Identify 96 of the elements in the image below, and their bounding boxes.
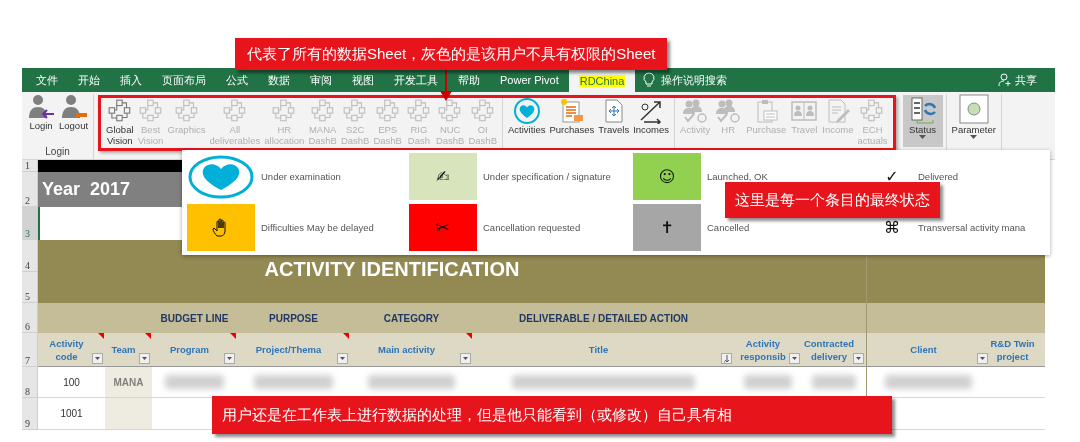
ribbon-button[interactable]: Activities	[505, 98, 548, 148]
legend-label: Under specification / signature	[483, 171, 611, 182]
band-heading: DELIVERABLE / DETAILED ACTION	[473, 303, 734, 333]
ribbon-tab[interactable]: 视图	[342, 68, 384, 92]
sort-filter-icon[interactable]	[721, 353, 732, 364]
ribbon-tab[interactable]: 开发工具	[384, 68, 448, 92]
callout-note: 用户还是在工作表上进行数据的处理，但是他只能看到（或修改）自己具有相	[212, 396, 892, 434]
row-number[interactable]: 5	[22, 272, 38, 303]
flowchart-icon	[137, 98, 164, 124]
book-icon	[790, 98, 819, 124]
ribbon-tab[interactable]: 插入	[110, 68, 152, 92]
blurred-text	[744, 375, 792, 389]
ribbon-tab[interactable]: 文件	[26, 68, 68, 92]
column-header[interactable]: Title	[473, 333, 734, 367]
flowchart-icon	[405, 98, 432, 124]
callout-note: 这里是每一个条目的最终状态	[725, 182, 940, 218]
ribbon-tab[interactable]: RDChina	[568, 69, 636, 93]
flowchart-icon	[374, 98, 401, 124]
ribbon-button[interactable]: Parameter	[949, 94, 998, 144]
person-icon	[998, 73, 1012, 87]
filter-dropdown-icon[interactable]	[460, 353, 471, 364]
header-band	[38, 303, 105, 333]
row-number[interactable]: 6	[22, 303, 38, 333]
flowchart-icon	[469, 98, 496, 124]
band-heading: PURPOSE	[237, 303, 350, 333]
row-number[interactable]: 7	[22, 333, 38, 367]
ribbon-tab[interactable]: 帮助	[448, 68, 490, 92]
column-header[interactable]: Activity responsib	[734, 333, 802, 367]
flowchart-icon	[221, 98, 248, 124]
column-header[interactable]: Program	[152, 333, 237, 367]
ribbon-tab[interactable]: Power Pivot	[490, 68, 569, 92]
status-swatch: ✂	[409, 204, 477, 251]
flowchart-icon	[173, 98, 200, 124]
column-header[interactable]: Project/Thema	[237, 333, 350, 367]
band-heading: BUDGET LINE	[152, 303, 237, 333]
filter-dropdown-icon[interactable]	[977, 353, 988, 364]
column-header[interactable]: R&D Twin project	[990, 333, 1045, 367]
filter-dropdown-icon[interactable]	[92, 353, 103, 364]
search-field[interactable]: 操作说明搜索	[661, 72, 728, 88]
legend-label: Cancellation requested	[483, 222, 581, 233]
filter-dropdown-icon[interactable]	[224, 353, 235, 364]
user-arrow-icon	[27, 94, 55, 120]
status-symbol: ⌘	[883, 217, 901, 239]
status-swatch: ✝	[633, 204, 701, 251]
column-header[interactable]: Main activity	[350, 333, 473, 367]
status-swatch: ✍	[409, 153, 477, 200]
table-cell: MANA	[105, 367, 152, 398]
filter-dropdown-icon[interactable]	[337, 353, 348, 364]
legend-label: Transversal activity mana	[918, 222, 1026, 233]
band-heading: CATEGORY	[350, 303, 473, 333]
pointer-arrow	[440, 70, 452, 101]
users-check-icon	[681, 98, 710, 124]
row-number[interactable]: 3	[22, 207, 38, 240]
row-number[interactable]: 9	[22, 398, 38, 430]
row-number[interactable]: 4	[22, 240, 38, 272]
ribbon-button[interactable]: Travels	[596, 98, 632, 148]
row-number[interactable]: 8	[22, 367, 38, 398]
filter-dropdown-icon[interactable]	[853, 353, 864, 364]
ribbon-tab[interactable]: 页面布局	[152, 68, 216, 92]
filter-dropdown-icon[interactable]	[139, 353, 150, 364]
status-swatch: ☺	[633, 153, 701, 200]
column-header[interactable]: Client	[866, 333, 990, 367]
ribbon-tab[interactable]: 数据	[258, 68, 300, 92]
row-number[interactable]: 1	[22, 160, 38, 172]
flowchart-icon	[309, 98, 336, 124]
legend-label: Cancelled	[707, 222, 750, 233]
user-minus-icon	[59, 94, 88, 120]
group-label: Login	[44, 146, 71, 157]
filter-dropdown-icon[interactable]	[789, 353, 800, 364]
table-refresh-icon	[908, 96, 937, 124]
ribbon-button[interactable]: Global Vision	[104, 98, 136, 148]
column-header[interactable]: Activity code	[38, 333, 105, 367]
ribbon-tab[interactable]: 开始	[68, 68, 110, 92]
column-header[interactable]: Team	[105, 333, 152, 367]
ribbon-button[interactable]: Logout	[57, 94, 91, 144]
ribbon-button[interactable]: Status	[902, 95, 943, 147]
ribbon-button[interactable]: Incomes	[631, 98, 672, 148]
share-button[interactable]: 共享	[998, 72, 1037, 88]
document-icon	[558, 98, 585, 124]
blurred-text	[164, 375, 225, 389]
flowchart-icon	[106, 98, 133, 124]
ribbon-tab[interactable]: 公式	[216, 68, 258, 92]
legend-label: Launched, OK	[707, 171, 768, 182]
blurred-text	[811, 375, 857, 389]
users-check-icon	[714, 98, 743, 124]
legend-label: Difficulties May be delayed	[261, 222, 374, 233]
legend-label: Under examination	[261, 171, 341, 182]
ribbon-button[interactable]: Login	[25, 94, 57, 144]
ribbon-button[interactable]: Purchases	[547, 98, 597, 148]
lightbulb-icon	[643, 72, 656, 88]
section-title: ACTIVITY IDENTIFICATION	[264, 258, 520, 281]
ribbon-tab[interactable]: 审阅	[300, 68, 342, 92]
callout-note: 代表了所有的数据Sheet，灰色的是该用户不具有权限的Sheet	[235, 38, 668, 70]
row-number[interactable]: 2	[22, 172, 38, 207]
column-header[interactable]: Contracted delivery	[802, 333, 866, 367]
legend-label: Delivered	[918, 171, 959, 182]
